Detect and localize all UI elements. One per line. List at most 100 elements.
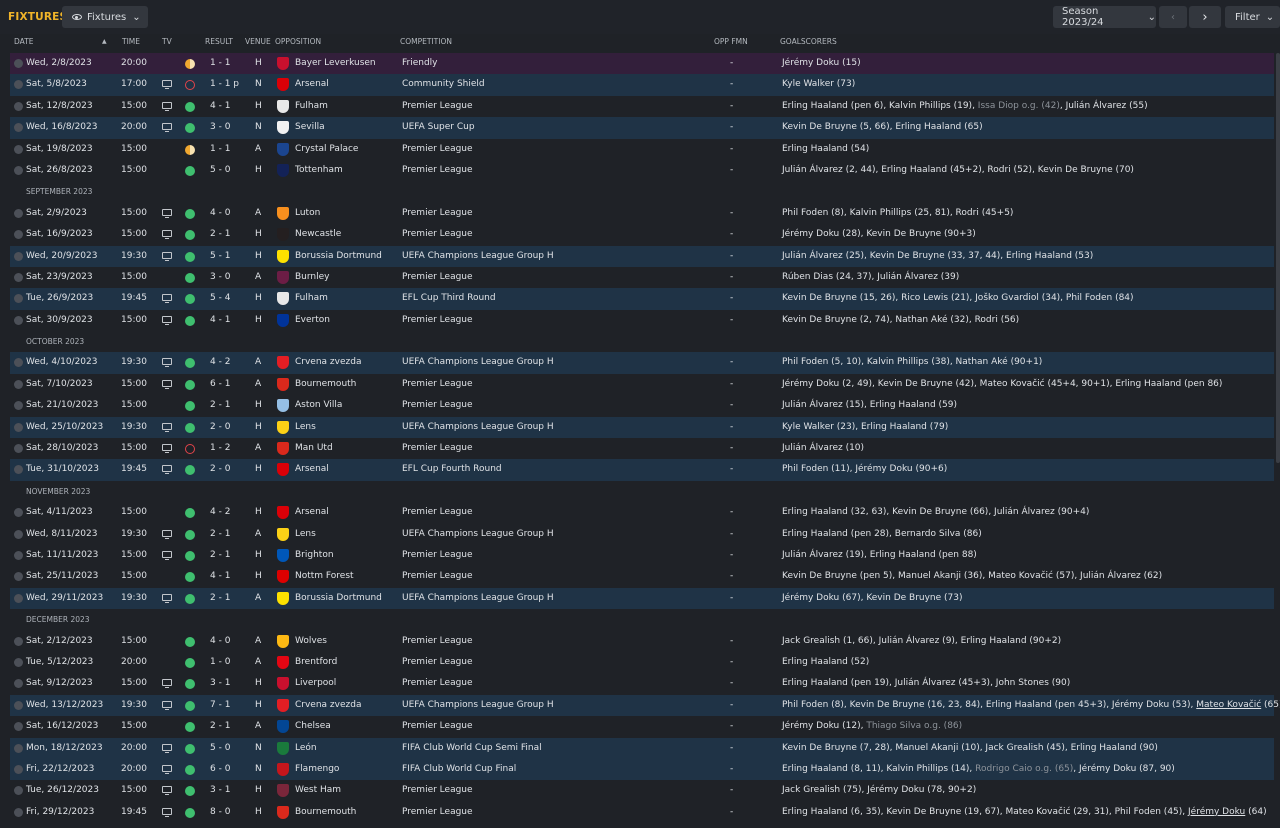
fixture-row[interactable]: Wed, 2/8/2023 20:00 1 - 1 H Bayer Leverkusen… [10,53,1274,75]
opposition-name[interactable]: Sevilla [295,117,325,138]
fixture-row[interactable]: Tue, 5/12/2023 20:00 1 - 0 A Brentford Premie… [10,651,1274,674]
opposition-name[interactable]: Lens [295,417,316,438]
column-venue[interactable]: VENUE [245,37,271,46]
competition-name[interactable]: Premier League [402,673,473,694]
opposition-name[interactable]: Fulham [295,96,328,117]
fixture-row[interactable]: Sat, 5/8/2023 17:00 1 - 1 p N Arsenal Communi… [10,74,1274,96]
competition-name[interactable]: UEFA Champions League Group H [402,352,554,373]
opposition-name[interactable]: Burnley [295,267,330,288]
opposition-name[interactable]: Lens [295,524,316,545]
fixture-row[interactable]: Tue, 26/12/2023 15:00 3 - 1 H West Ham Premie… [10,780,1274,802]
opposition-name[interactable]: Everton [295,310,330,331]
fixture-row[interactable]: Sat, 21/10/2023 15:00 2 - 1 H Aston Villa Pre… [10,395,1274,417]
competition-name[interactable]: Premier League [402,652,473,673]
competition-name[interactable]: Friendly [402,53,438,74]
competition-name[interactable]: EFL Cup Third Round [402,288,496,309]
column-opposition[interactable]: OPPOSITION [275,37,321,46]
fixture-result[interactable]: 5 - 4 [210,288,230,309]
fixture-result[interactable]: 2 - 1 [210,716,230,737]
fixture-row[interactable]: Sat, 11/11/2023 15:00 2 - 1 H Brighton Premie… [10,544,1274,567]
select-indicator-icon[interactable] [14,444,23,454]
competition-name[interactable]: UEFA Champions League Group H [402,524,554,545]
select-indicator-icon[interactable] [14,465,23,475]
select-indicator-icon[interactable] [14,251,23,261]
fixture-row[interactable]: Mon, 18/12/2023 20:00 5 - 0 N León FIFA Club … [10,737,1274,759]
fixture-row[interactable]: Sat, 16/12/2023 15:00 2 - 1 A Chelsea Premier… [10,716,1274,738]
opposition-name[interactable]: West Ham [295,780,341,801]
select-indicator-icon[interactable] [14,722,23,732]
opposition-name[interactable]: Crystal Palace [295,139,358,160]
fixture-result[interactable]: 4 - 1 [210,310,230,331]
fixture-result[interactable]: 3 - 1 [210,780,230,801]
fixture-row[interactable]: Wed, 4/10/2023 19:30 4 - 2 A Crvena zvezda UE… [10,352,1274,374]
select-indicator-icon[interactable] [14,144,23,154]
opposition-name[interactable]: Borussia Dortmund [295,246,382,267]
competition-name[interactable]: Premier League [402,374,473,395]
fixture-row[interactable]: Tue, 31/10/2023 19:45 2 - 0 H Arsenal EFL Cup… [10,459,1274,481]
select-indicator-icon[interactable] [14,101,23,111]
fixture-result[interactable]: 4 - 2 [210,352,230,373]
select-indicator-icon[interactable] [14,80,23,90]
season-dropdown[interactable]: Season 2023/24 ⌄ [1053,6,1156,28]
fixture-row[interactable]: Sat, 12/8/2023 15:00 4 - 1 H Fulham Premier L… [10,95,1274,118]
select-indicator-icon[interactable] [14,422,23,432]
fixture-result[interactable]: 2 - 0 [210,417,230,438]
competition-name[interactable]: Premier League [402,139,473,160]
fixture-result[interactable]: 4 - 2 [210,502,230,523]
competition-name[interactable]: UEFA Champions League Group H [402,695,554,716]
fixture-result[interactable]: 1 - 1 [210,53,230,74]
opposition-name[interactable]: Luton [295,203,320,224]
fixture-result[interactable]: 2 - 1 [210,524,230,545]
opposition-name[interactable]: Man Utd [295,438,333,459]
competition-name[interactable]: Premier League [402,631,473,652]
select-indicator-icon[interactable] [14,593,23,603]
opposition-name[interactable]: Wolves [295,631,327,652]
opposition-name[interactable]: Aston Villa [295,395,342,416]
select-indicator-icon[interactable] [14,315,23,325]
opposition-name[interactable]: Nottm Forest [295,566,354,587]
select-indicator-icon[interactable] [14,165,23,175]
select-indicator-icon[interactable] [14,294,23,304]
select-indicator-icon[interactable] [14,550,23,560]
fixture-result[interactable]: 5 - 0 [210,160,230,181]
opposition-name[interactable]: Liverpool [295,673,336,694]
column-goalscorers[interactable]: GOALSCORERS [780,37,837,46]
select-indicator-icon[interactable] [14,786,23,796]
competition-name[interactable]: FIFA Club World Cup Semi Final [402,738,542,759]
fixture-row[interactable]: Sat, 2/9/2023 15:00 4 - 0 A Luton Premier Lea… [10,202,1274,225]
fixture-result[interactable]: 2 - 1 [210,224,230,245]
column-competition[interactable]: COMPETITION [400,37,452,46]
fixture-result[interactable]: 4 - 1 [210,96,230,117]
fixture-row[interactable]: Wed, 29/11/2023 19:30 2 - 1 A Borussia Dortm… [10,587,1274,610]
opposition-name[interactable]: Borussia Dortmund [295,588,382,609]
select-indicator-icon[interactable] [14,764,23,774]
opposition-name[interactable]: Tottenham [295,160,343,181]
opposition-name[interactable]: Brighton [295,545,334,566]
select-indicator-icon[interactable] [14,59,23,68]
fixture-row[interactable]: Sat, 28/10/2023 15:00 1 - 2 A Man Utd Premier… [10,438,1274,460]
fixture-result[interactable]: 4 - 0 [210,631,230,652]
fixture-result[interactable]: 2 - 1 [210,395,230,416]
opposition-name[interactable]: Bournemouth [295,802,356,823]
sort-ascending-icon[interactable]: ▲ [102,38,107,45]
fixture-row[interactable]: Sat, 7/10/2023 15:00 6 - 1 A Bournemouth Prem… [10,373,1274,396]
fixture-result[interactable]: 3 - 0 [210,267,230,288]
select-indicator-icon[interactable] [14,508,23,518]
select-indicator-icon[interactable] [14,657,23,667]
view-dropdown[interactable]: Fixtures ⌄ [62,6,148,28]
fixture-row[interactable]: Sat, 30/9/2023 15:00 4 - 1 H Everton Premier … [10,309,1274,332]
fixture-result[interactable]: 1 - 2 [210,438,230,459]
opposition-name[interactable]: Chelsea [295,716,331,737]
competition-name[interactable]: Premier League [402,203,473,224]
select-indicator-icon[interactable] [14,529,23,539]
opposition-name[interactable]: Newcastle [295,224,341,245]
opposition-name[interactable]: Crvena zvezda [295,352,361,373]
goalscorer-text[interactable]: Jérémy Doku [1188,807,1245,817]
competition-name[interactable]: UEFA Champions League Group H [402,417,554,438]
competition-name[interactable]: EFL Cup Fourth Round [402,459,502,480]
previous-season-button[interactable]: ‹ [1159,6,1187,28]
fixture-row[interactable]: Wed, 16/8/2023 20:00 3 - 0 N Sevilla UEFA Sup… [10,117,1274,139]
select-indicator-icon[interactable] [14,358,23,368]
opposition-name[interactable]: León [295,738,317,759]
column-date[interactable]: DATE [14,37,34,46]
